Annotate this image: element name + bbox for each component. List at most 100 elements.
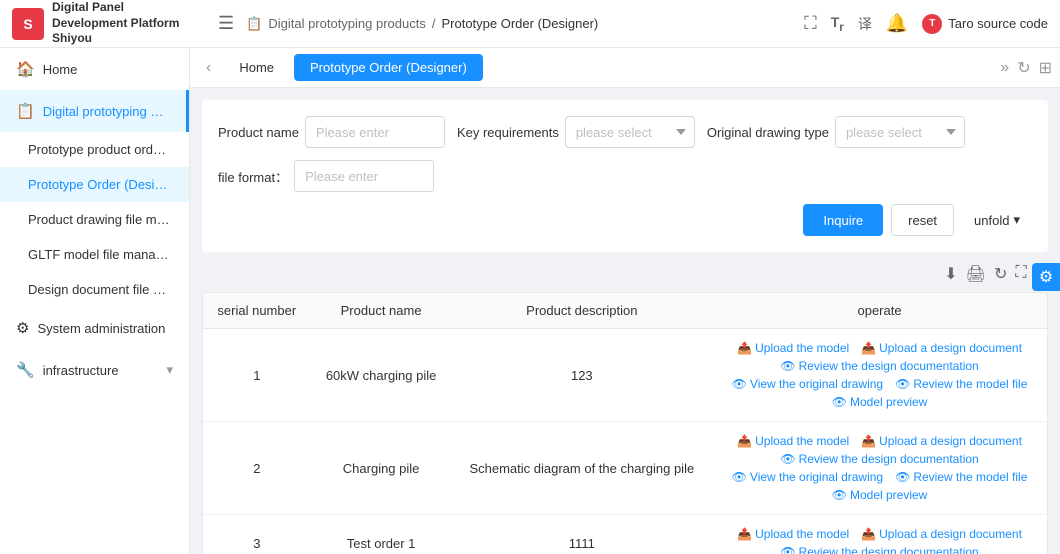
operate-link[interactable]: 👁 Review the design documentation <box>780 545 978 554</box>
operate-link[interactable]: 👁 Model preview <box>832 488 928 502</box>
cell-operate: 📤 Upload the model 📤 Upload a design docu… <box>712 422 1047 515</box>
operate-row: 👁 View the original drawing 👁 Review the … <box>732 470 1028 484</box>
op-icon: 📤 <box>737 341 752 355</box>
operate-link[interactable]: 👁 Review the design documentation <box>780 359 978 373</box>
cell-name: Charging pile <box>311 422 452 515</box>
cell-serial: 2 <box>203 422 311 515</box>
col-desc: Product description <box>452 293 713 329</box>
translate-icon[interactable]: 译 <box>858 14 872 34</box>
topbar-actions: ⛶ Tr 译 🔔 T Taro source code <box>804 13 1048 34</box>
file-format-label: file format： <box>218 167 288 186</box>
sidebar-item-home[interactable]: 🏠 Home <box>0 48 189 90</box>
product-name-input[interactable] <box>305 116 445 148</box>
op-icon: 📤 <box>861 527 876 541</box>
file-format-input[interactable] <box>294 160 434 192</box>
operate-link[interactable]: 📤 Upload the model <box>737 341 849 355</box>
sidebar-item-digital-proto[interactable]: 📋 Digital prototyping produ... <box>0 90 189 132</box>
operate-link[interactable]: 📤 Upload the model <box>737 527 849 541</box>
operate-link[interactable]: 👁 Model preview <box>832 395 928 409</box>
operate-link[interactable]: 📤 Upload a design document <box>861 527 1022 541</box>
sidebar-sub-gltf-model[interactable]: GLTF model file managem... <box>0 237 189 272</box>
table-row: 2Charging pileSchematic diagram of the c… <box>203 422 1047 515</box>
menu-toggle-icon[interactable]: ☰ <box>218 13 234 34</box>
unfold-button[interactable]: unfold ▾ <box>962 204 1032 236</box>
gear-icon: ⚙ <box>16 319 29 337</box>
operate-link[interactable]: 👁 Review the design documentation <box>780 452 978 466</box>
operate-link[interactable]: 📤 Upload the model <box>737 434 849 448</box>
operate-links: 📤 Upload the model 📤 Upload a design docu… <box>724 341 1035 409</box>
cell-serial: 3 <box>203 515 311 554</box>
reset-button[interactable]: reset <box>891 204 954 236</box>
taro-brand: T Taro source code <box>922 14 1048 34</box>
operate-link[interactable]: 📤 Upload a design document <box>861 341 1022 355</box>
refresh-icon[interactable]: ↻ <box>994 264 1007 284</box>
operate-link[interactable]: 👁 Review the model file <box>895 470 1027 484</box>
sidebar-item-system-admin[interactable]: ⚙ System administration <box>0 307 189 349</box>
font-icon[interactable]: Tr <box>831 14 844 34</box>
tab-refresh-icon[interactable]: ↻ <box>1017 58 1030 78</box>
tab-collapse-icon[interactable]: ‹ <box>198 55 219 81</box>
bell-icon[interactable]: 🔔 <box>886 13 908 34</box>
expand-icon[interactable]: ⛶ <box>1015 264 1026 284</box>
chevron-down-icon: ▾ <box>1013 212 1020 228</box>
col-serial: serial number <box>203 293 311 329</box>
breadcrumb-icon: 📋 <box>246 16 262 32</box>
cell-serial: 1 <box>203 329 311 422</box>
op-icon: 📤 <box>861 434 876 448</box>
tabs-more-icon[interactable]: » <box>1000 59 1009 77</box>
breadcrumb-current: Prototype Order (Designer) <box>441 16 598 31</box>
op-icon: 👁 <box>732 377 747 391</box>
op-icon: 👁 <box>832 488 847 502</box>
key-req-select[interactable]: please select <box>565 116 695 148</box>
op-icon: 👁 <box>895 377 910 391</box>
home-icon: 🏠 <box>16 60 35 78</box>
print-icon[interactable]: 🖨 <box>966 264 986 284</box>
operate-row: 👁 Model preview <box>832 488 928 502</box>
op-icon: 📤 <box>861 341 876 355</box>
op-icon: 👁 <box>780 452 795 466</box>
tab-grid-icon[interactable]: ⊞ <box>1039 58 1052 78</box>
operate-link[interactable]: 👁 View the original drawing <box>732 377 883 391</box>
sidebar-item-infrastructure[interactable]: 🔧 infrastructure ▾ <box>0 349 189 391</box>
unfold-label: unfold <box>974 213 1009 228</box>
op-icon: 📤 <box>737 434 752 448</box>
table-toolbar: ⬇ 🖨 ↻ ⛶ ⊞ <box>202 264 1048 284</box>
op-icon: 👁 <box>832 395 847 409</box>
operate-link[interactable]: 📤 Upload a design document <box>861 434 1022 448</box>
tab-proto-designer[interactable]: Prototype Order (Designer) <box>294 54 483 81</box>
operate-link[interactable]: 👁 View the original drawing <box>732 470 883 484</box>
col-name: Product name <box>311 293 452 329</box>
filter-actions: Inquire reset unfold ▾ <box>218 204 1032 236</box>
filter-key-req: Key requirements please select <box>457 116 695 148</box>
logo-icon: S <box>12 8 44 40</box>
chevron-down-icon: ▾ <box>166 362 173 378</box>
download-icon[interactable]: ⬇ <box>944 264 957 284</box>
cell-description: 1111 <box>452 515 713 554</box>
sidebar-sub-design-doc[interactable]: Design document file man... <box>0 272 189 307</box>
page-content: Product name Key requirements please sel… <box>190 88 1060 554</box>
sidebar-item-label: System administration <box>37 321 165 336</box>
inquire-button[interactable]: Inquire <box>803 204 883 236</box>
table-header-row: serial number Product name Product descr… <box>203 293 1047 329</box>
fullscreen-icon[interactable]: ⛶ <box>804 13 817 34</box>
tab-home[interactable]: Home <box>223 54 290 81</box>
orig-drawing-select[interactable]: please select <box>835 116 965 148</box>
filter-product-name: Product name <box>218 116 445 148</box>
sidebar-sub-proto-order[interactable]: Prototype product order m... <box>0 132 189 167</box>
cell-name: Test order 1 <box>311 515 452 554</box>
breadcrumb-root[interactable]: Digital prototyping products <box>268 16 426 31</box>
sidebar: 🏠 Home 📋 Digital prototyping produ... Pr… <box>0 48 190 554</box>
op-icon: 👁 <box>780 545 795 554</box>
infrastructure-icon: 🔧 <box>16 361 35 379</box>
operate-row: 👁 Review the design documentation <box>780 359 978 373</box>
breadcrumb: 📋 Digital prototyping products / Prototy… <box>246 16 792 32</box>
main-table: serial number Product name Product descr… <box>203 293 1047 554</box>
digital-proto-icon: 📋 <box>16 102 35 120</box>
taro-logo-icon: T <box>922 14 942 34</box>
sidebar-sub-proto-designer[interactable]: Prototype Order (Designer) <box>0 167 189 202</box>
operate-row: 📤 Upload the model 📤 Upload a design docu… <box>737 341 1022 355</box>
settings-fab[interactable]: ⚙ <box>1032 263 1060 291</box>
operate-link[interactable]: 👁 Review the model file <box>895 377 1027 391</box>
sidebar-sub-product-drawing[interactable]: Product drawing file mana... <box>0 202 189 237</box>
cell-description: Schematic diagram of the charging pile <box>452 422 713 515</box>
